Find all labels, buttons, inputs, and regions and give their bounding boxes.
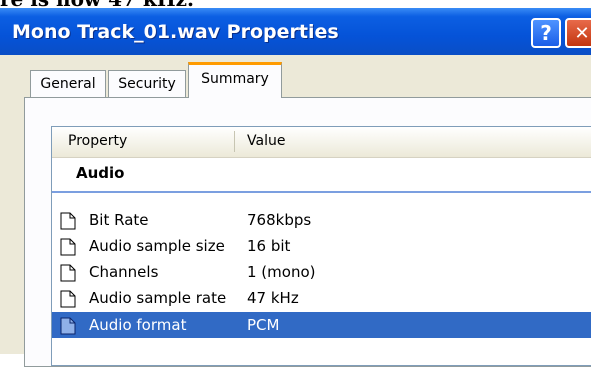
close-icon: ✕	[574, 22, 590, 44]
document-icon	[60, 317, 76, 335]
tab-summary[interactable]: Summary	[188, 62, 282, 98]
column-divider[interactable]	[234, 131, 235, 152]
list-header: Property Value	[52, 127, 591, 158]
property-name: Bit Rate	[89, 211, 149, 229]
background-caption-text: re is now 47 kHz.	[0, 0, 194, 8]
property-value: 768kbps	[247, 211, 312, 229]
help-button[interactable]: ?	[531, 18, 561, 48]
property-name: Audio format	[89, 316, 187, 334]
list-item-audio-format[interactable]: Audio format PCM	[52, 312, 591, 338]
tab-security[interactable]: Security	[108, 70, 186, 97]
tab-security-label: Security	[118, 76, 176, 92]
group-header-audio: Audio	[76, 164, 125, 182]
property-name: Audio sample size	[89, 237, 225, 255]
help-icon: ?	[540, 21, 552, 45]
document-icon	[60, 264, 76, 282]
property-value: 16 bit	[247, 237, 291, 255]
group-divider	[52, 191, 591, 193]
list-item-bit-rate[interactable]: Bit Rate 768kbps	[52, 207, 591, 233]
close-button[interactable]: ✕	[565, 18, 591, 48]
property-name: Channels	[89, 263, 159, 281]
background-caption: re is now 47 kHz.	[0, 0, 591, 8]
list-item-audio-sample-size[interactable]: Audio sample size 16 bit	[52, 233, 591, 259]
list-item-audio-sample-rate[interactable]: Audio sample rate 47 kHz	[52, 285, 591, 311]
title-bar[interactable]: Mono Track_01.wav Properties ? ✕	[0, 8, 591, 55]
column-header-property[interactable]: Property	[68, 133, 127, 149]
tab-general-label: General	[40, 76, 96, 92]
property-value: PCM	[247, 316, 280, 334]
window-title: Mono Track_01.wav Properties	[12, 21, 339, 43]
property-value: 47 kHz	[247, 289, 299, 307]
list-item-channels[interactable]: Channels 1 (mono)	[52, 259, 591, 285]
property-name: Audio sample rate	[89, 289, 227, 307]
document-icon	[60, 290, 76, 308]
document-icon	[60, 212, 76, 230]
tab-summary-label: Summary	[201, 71, 269, 87]
tab-general[interactable]: General	[30, 70, 106, 97]
document-icon	[60, 238, 76, 256]
column-header-value[interactable]: Value	[247, 133, 285, 149]
property-value: 1 (mono)	[247, 263, 316, 281]
